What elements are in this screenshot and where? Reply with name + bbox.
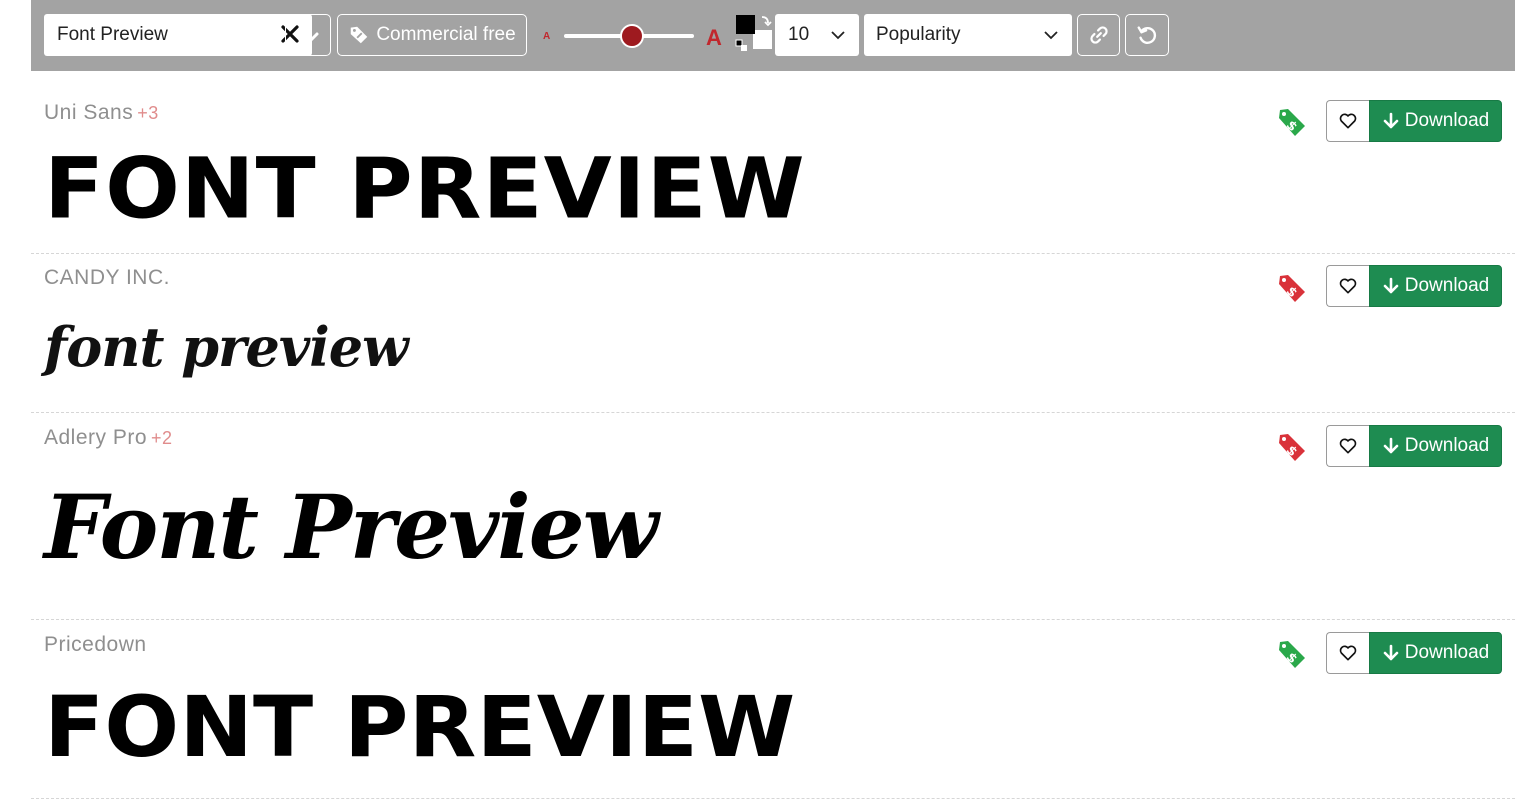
download-label: Download	[1404, 275, 1490, 296]
font-row: Adlery Pro +2 $ Download Font Preview	[31, 413, 1515, 620]
font-preview-text: FONT PREVIEW	[44, 678, 796, 776]
search-input[interactable]	[44, 14, 244, 56]
download-label: Download	[1404, 110, 1490, 131]
license-tag-icon[interactable]: $	[1275, 431, 1309, 465]
search-box[interactable]	[44, 14, 312, 56]
heart-icon	[1339, 645, 1357, 661]
spell-check-icon: AB	[297, 25, 319, 45]
license-tag-icon[interactable]: $	[1275, 272, 1309, 306]
font-name[interactable]: Pricedown	[44, 633, 151, 657]
download-label: Download	[1404, 435, 1490, 456]
heart-icon	[1339, 438, 1357, 454]
font-preview-text: FONT PREVIEW	[44, 139, 806, 238]
toolbar: AB Commercial free A A 10 Popularity	[31, 0, 1515, 71]
font-variants-count[interactable]: +2	[151, 428, 173, 448]
size-big-label: A	[706, 25, 722, 50]
size-slider-thumb[interactable]	[620, 24, 644, 48]
license-tag-icon[interactable]: $	[1275, 638, 1309, 672]
sort-select[interactable]: Popularity	[864, 14, 1072, 56]
font-preview-text: Font Preview	[44, 475, 658, 579]
svg-text:AB: AB	[297, 25, 311, 36]
price-tag-icon	[351, 26, 368, 44]
heart-icon	[1339, 278, 1357, 294]
chevron-down-icon	[1044, 31, 1058, 40]
arrow-down-icon	[1383, 277, 1399, 294]
download-label: Download	[1404, 642, 1490, 663]
arrow-down-icon	[1383, 437, 1399, 454]
commercial-free-button[interactable]: Commercial free	[337, 14, 527, 56]
undo-icon	[1137, 26, 1157, 44]
download-button[interactable]: Download	[1369, 425, 1502, 467]
reset-button[interactable]	[1125, 14, 1169, 56]
heart-icon	[1339, 113, 1357, 129]
favorite-button[interactable]	[1326, 632, 1369, 674]
results-count-select[interactable]: 10	[775, 14, 859, 56]
chevron-down-icon	[831, 31, 845, 40]
commercial-free-label: Commercial free	[376, 24, 516, 45]
share-link-button[interactable]	[1077, 14, 1120, 56]
font-row: Pricedown $ Download FONT PREVIEW	[31, 620, 1515, 799]
font-row: Uni Sans +3 $ Download FONT PREVIEW	[31, 71, 1515, 254]
download-button[interactable]: Download	[1369, 632, 1502, 674]
arrow-down-icon	[1383, 112, 1399, 129]
link-icon	[1089, 26, 1108, 44]
font-name[interactable]: Adlery Pro +2	[44, 426, 173, 450]
results-count-value: 10	[788, 24, 810, 45]
spell-check-button[interactable]: AB	[285, 14, 331, 56]
download-button[interactable]: Download	[1369, 100, 1502, 142]
sort-value: Popularity	[876, 24, 961, 45]
size-small-label: A	[543, 31, 551, 42]
download-button[interactable]: Download	[1369, 265, 1502, 307]
favorite-button[interactable]	[1326, 265, 1369, 307]
license-tag-icon[interactable]: $	[1275, 106, 1309, 140]
arrow-down-icon	[1383, 644, 1399, 661]
color-swap-icon[interactable]	[732, 13, 774, 55]
font-variants-count[interactable]: +3	[137, 103, 159, 123]
favorite-button[interactable]	[1326, 425, 1369, 467]
font-preview-text: font preview	[44, 315, 409, 379]
font-row: CANDY INC. $ Download font preview	[31, 254, 1515, 413]
font-name[interactable]: Uni Sans +3	[44, 101, 159, 125]
favorite-button[interactable]	[1326, 100, 1369, 142]
font-name[interactable]: CANDY INC.	[44, 266, 174, 290]
